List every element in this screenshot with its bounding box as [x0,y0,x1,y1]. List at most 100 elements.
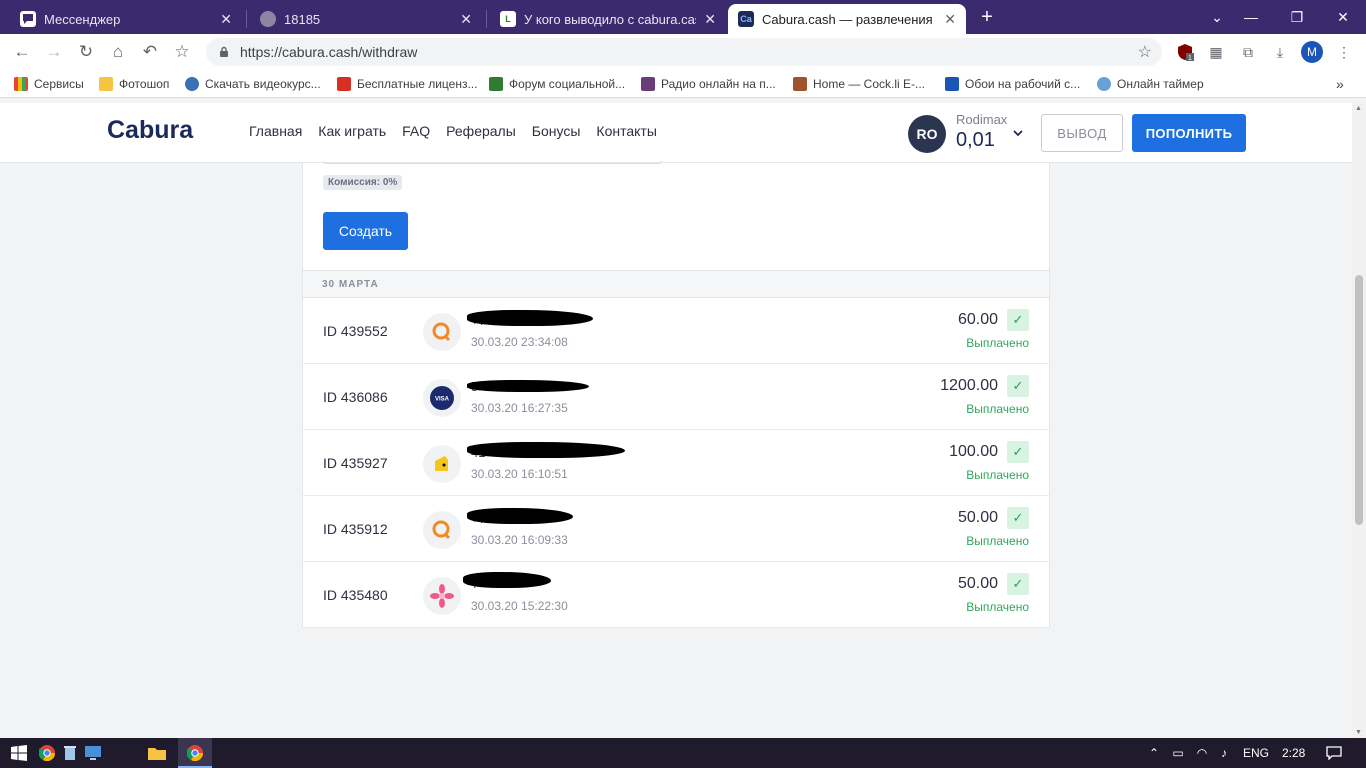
apps-grid-icon [14,77,28,91]
bookmark-label: Форум социальной... [509,77,626,91]
chevron-up-icon[interactable]: ⌃ [1144,743,1164,763]
menu-kebab-icon[interactable]: ⋮ [1334,42,1354,62]
chrome-icon[interactable] [185,743,205,763]
bookmark-item[interactable]: Фотошоп [99,75,169,93]
flower-payment-icon [423,577,461,615]
this-pc-icon[interactable] [83,743,103,763]
site-favicon-icon [945,77,959,91]
maximize-button[interactable]: ❐ [1274,0,1320,34]
volume-icon[interactable]: ♪ [1214,743,1234,763]
user-avatar[interactable]: RO [908,115,946,153]
chrome-icon[interactable] [37,743,57,763]
chevron-down-icon[interactable] [1013,126,1023,140]
tab-forum[interactable]: L У кого выводило с cabura.cash? ✕ [490,4,726,34]
crop-extension-icon[interactable]: ⧉ [1238,42,1258,62]
tab-cabura[interactable]: Ca Cabura.cash — развлечения и п ✕ [728,4,966,34]
withdraw-row: ID 435480 + 30.03.20 15:22:30 50.00 ✓ Вы… [303,562,1049,628]
scroll-up-arrow-icon[interactable]: ▲ [1355,105,1362,112]
redaction-mark [467,508,573,524]
site-logo[interactable]: Cabura [107,116,193,145]
download-icon[interactable]: ⤓ [1270,42,1290,62]
withdraw-id: ID 436086 [323,389,388,405]
new-tab-button[interactable]: + [976,6,998,28]
recycle-bin-icon[interactable] [60,743,80,763]
bookmark-star-icon[interactable]: ☆ [170,40,194,64]
clock[interactable]: 2:28 [1282,746,1305,760]
windows-taskbar: ⌃ ▭ ◠ ♪ ENG 2:28 [0,738,1366,768]
deposit-button[interactable]: ПОПОЛНИТЬ [1132,114,1246,152]
bookmark-item[interactable]: Онлайн таймер [1097,75,1204,93]
close-icon[interactable]: ✕ [220,11,232,28]
ublock-extension-icon[interactable]: 1 [1175,42,1195,62]
create-withdraw-button[interactable]: Создать [323,212,408,250]
close-icon[interactable]: ✕ [704,11,716,28]
bookmarks-bar: Сервисы Фотошоп Скачать видеокурс... Бес… [0,70,1366,98]
language-indicator[interactable]: ENG [1243,746,1269,760]
check-icon: ✓ [1007,573,1029,595]
site-favicon-icon [793,77,807,91]
withdraw-amount: 100.00 [949,443,998,460]
scroll-down-arrow-icon[interactable]: ▼ [1355,729,1362,736]
file-explorer-icon[interactable] [147,743,167,763]
site-favicon-icon [641,77,655,91]
tab-messenger[interactable]: Мессенджер ✕ [10,4,242,34]
messenger-icon [20,11,36,27]
nav-how-to-play[interactable]: Как играть [318,123,386,139]
windows-start-icon[interactable] [9,743,29,763]
bookmark-item[interactable]: Сервисы [14,75,84,93]
bookmark-item[interactable]: Скачать видеокурс... [185,75,321,93]
withdraw-amount: 50.00 [957,509,998,526]
undo-icon[interactable]: ↶ [138,40,162,64]
nav-faq[interactable]: FAQ [402,123,430,139]
browser-toolbar: ← → ↻ ⌂ ↶ ☆ https://cabura.cash/withdraw… [0,34,1366,70]
withdraw-amount: 50.00 [957,575,998,592]
grid-extension-icon[interactable]: ▦ [1206,42,1226,62]
battery-icon[interactable]: ▭ [1168,743,1188,763]
wifi-icon[interactable]: ◠ [1192,743,1212,763]
site-header: Cabura Главная Как играть FAQ Рефералы Б… [0,103,1352,163]
tab-separator [246,10,247,28]
tab-title: Мессенджер [44,11,121,27]
visa-icon: VISA [423,379,461,417]
svg-text:VISA: VISA [435,397,450,403]
window-close-button[interactable]: ✕ [1320,0,1366,34]
nav-bonuses[interactable]: Бонусы [532,123,581,139]
status-label: Выплачено [966,468,1029,482]
nav-referrals[interactable]: Рефералы [446,123,516,139]
withdraw-date: 30.03.20 23:34:08 [471,335,568,349]
close-icon[interactable]: ✕ [460,11,472,28]
check-icon: ✓ [1007,441,1029,463]
close-icon[interactable]: ✕ [944,11,956,28]
forward-icon[interactable]: → [42,40,66,64]
bookmark-item[interactable]: Форум социальной... [489,75,625,93]
nav-contacts[interactable]: Контакты [596,123,656,139]
withdraw-row: ID 439552 +7 30.03.20 23:34:08 60.00 ✓ В… [303,298,1049,364]
reload-icon[interactable]: ↻ [74,40,98,64]
bookmark-item[interactable]: Обои на рабочий с... [945,75,1080,93]
star-icon[interactable]: ☆ [1138,42,1152,62]
bookmark-item[interactable]: Home — Cock.li E-... [793,75,925,93]
amount-input-edge[interactable] [323,161,662,164]
minimize-button[interactable]: — [1228,0,1274,34]
page-scrollbar[interactable]: ▲ ▼ [1352,103,1366,738]
scrollbar-thumb[interactable] [1355,275,1363,525]
status-label: Выплачено [966,402,1029,416]
profile-avatar[interactable]: M [1301,41,1323,63]
notifications-icon[interactable] [1324,743,1344,763]
site-favicon-icon [337,77,351,91]
home-icon[interactable]: ⌂ [106,40,130,64]
status-label: Выплачено [966,600,1029,614]
withdraw-id: ID 435927 [323,455,388,471]
status-label: Выплачено [966,534,1029,548]
withdraw-row: ID 435912 +7 30.03.20 16:09:33 50.00 ✓ В… [303,496,1049,562]
browser-tab-strip: Мессенджер ✕ 18185 ✕ L У кого выводило с… [0,0,1366,34]
back-icon[interactable]: ← [10,40,34,64]
bookmark-item[interactable]: Радио онлайн на п... [641,75,776,93]
address-bar[interactable]: https://cabura.cash/withdraw ☆ [206,38,1162,66]
tab-18185[interactable]: 18185 ✕ [250,4,482,34]
nav-home[interactable]: Главная [249,123,302,139]
bookmark-item[interactable]: Бесплатные лиценз... [337,75,477,93]
bookmarks-overflow-button[interactable]: » [1336,75,1344,93]
withdraw-button[interactable]: ВЫВОД [1041,114,1123,152]
site-favicon-icon [185,77,199,91]
